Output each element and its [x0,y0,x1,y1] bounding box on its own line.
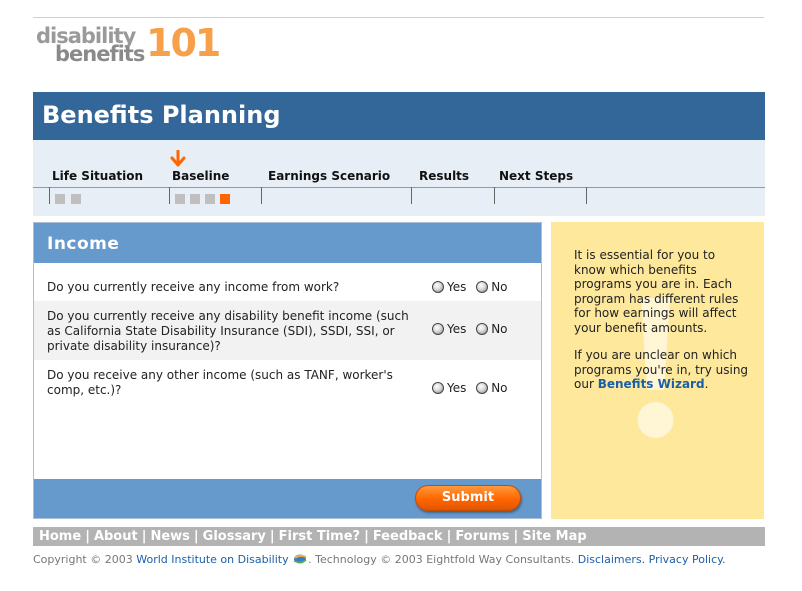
progress-square [190,194,200,204]
radio-label: Yes [447,381,467,395]
radio-button-icon[interactable] [476,382,489,394]
radio-button-icon[interactable] [476,323,489,335]
globe-logo-icon [293,554,307,564]
radio-option-no[interactable]: No [476,322,508,337]
footer-link-feedback[interactable]: Feedback [373,529,443,544]
question-text: Do you currently receive any income from… [47,280,340,294]
info-paragraph: It is essential for you to know which be… [574,248,739,335]
footer-link-news[interactable]: News [150,529,189,544]
info-paragraph-wizard: If you are unclear on which programs you… [574,348,750,392]
disclaimers-link[interactable]: Disclaimers. [578,553,645,566]
nav-separator: | [193,529,199,544]
step-results[interactable]: Results [419,169,469,183]
radio-button-icon[interactable] [432,382,444,394]
footer-link-about[interactable]: About [94,529,138,544]
info-text-suffix: . [704,377,709,391]
nav-separator: | [513,529,519,544]
progress-square-current [220,194,230,204]
radio-option-yes[interactable]: Yes [432,280,466,295]
step-divider [261,187,262,204]
step-divider [586,187,587,204]
benefits-wizard-link[interactable]: Benefits Wizard [598,377,705,391]
form-header: Income [34,223,541,263]
radio-option-no[interactable]: No [476,280,508,295]
radio-option-yes[interactable]: Yes [432,381,466,396]
nav-separator: | [269,529,275,544]
radio-button-icon[interactable] [476,281,489,293]
site-logo[interactable]: disability benefits 101 [36,21,221,68]
info-sidebar: It is essential for you to know which be… [551,222,764,519]
progress-square [175,194,185,204]
step-baseline[interactable]: Baseline [172,169,229,183]
logo-word-benefits: benefits [55,42,145,66]
steps-baseline-rule [33,187,765,188]
step-divider [169,187,170,204]
footer-link-forums[interactable]: Forums [455,529,509,544]
step-earnings-scenario[interactable]: Earnings Scenario [268,169,390,183]
copyright-text: Copyright © 2003 [33,553,137,566]
privacy-policy-link[interactable]: Privacy Policy. [649,553,726,566]
question-text: Do you currently receive any disability … [47,309,409,353]
radio-label: Yes [447,322,467,336]
step-divider [494,187,495,204]
progress-steps: Life Situation Baseline Earnings Scenari… [33,140,765,216]
technology-credit: . Technology © 2003 Eightfold Way Consul… [308,553,578,566]
copyright-line: Copyright © 2003 World Institute on Disa… [33,553,773,566]
footer-link-home[interactable]: Home [39,529,81,544]
progress-square [205,194,215,204]
nav-separator: | [446,529,452,544]
form-footer: Submit [34,479,541,518]
footer-link-site-map[interactable]: Site Map [522,529,586,544]
step-next-steps[interactable]: Next Steps [499,169,573,183]
wid-link[interactable]: World Institute on Disability [136,553,288,566]
submit-button[interactable]: Submit [415,485,521,511]
income-form: Income Do you currently receive any inco… [33,222,542,519]
question-text: Do you receive any other income (such as… [47,368,393,397]
progress-square [55,194,65,204]
current-step-arrow-icon [170,150,186,167]
nav-separator: | [364,529,369,544]
nav-separator: | [141,529,147,544]
page-title: Benefits Planning [42,101,281,129]
radio-button-icon[interactable] [432,281,444,293]
step-life-situation[interactable]: Life Situation [52,169,143,183]
info-text: It is essential for you to know which be… [574,248,750,405]
footer-nav: Home | About | News | Glossary | First Time? | Fee… [33,527,765,546]
radio-option-no[interactable]: No [476,381,508,396]
radio-label: Yes [447,280,467,294]
footer-link-first-time[interactable]: First Time? [279,529,360,544]
radio-label: No [491,381,508,395]
radio-option-yes[interactable]: Yes [432,322,466,337]
radio-label: No [491,280,508,294]
question-row: Do you currently receive any disability … [34,301,541,360]
radio-button-icon[interactable] [432,323,444,335]
step-divider [411,187,412,204]
radio-label: No [491,322,508,336]
question-row: Do you currently receive any income from… [34,263,541,301]
step-divider [49,187,50,204]
top-divider [33,17,764,18]
footer-link-glossary[interactable]: Glossary [203,529,266,544]
form-title: Income [47,234,120,254]
question-row: Do you receive any other income (such as… [34,360,541,410]
progress-square [71,194,81,204]
answer-choices: Yes No [432,280,542,295]
nav-separator: | [85,529,90,544]
answer-choices: Yes No [432,322,542,337]
page-header: Benefits Planning [33,92,765,140]
logo-number: 101 [146,21,221,65]
answer-choices: Yes No [432,381,542,396]
